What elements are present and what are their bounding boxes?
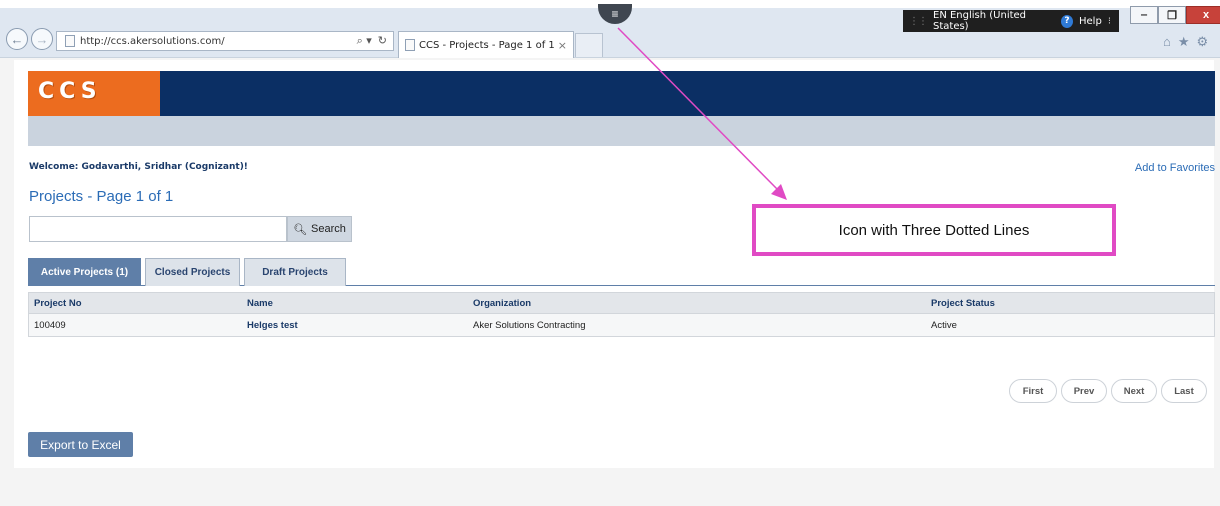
help-label[interactable]: Help bbox=[1079, 16, 1102, 27]
search-button-label: Search bbox=[311, 223, 346, 235]
page-icon bbox=[65, 35, 75, 47]
table-row[interactable]: 100409 Helges test Aker Solutions Contra… bbox=[29, 314, 1214, 336]
new-tab-button[interactable] bbox=[575, 33, 603, 57]
refresh-icon[interactable]: ↻ bbox=[378, 34, 387, 48]
address-text[interactable]: http://ccs.akersolutions.com/ bbox=[80, 36, 357, 47]
cell-project-name-link[interactable]: Helges test bbox=[247, 320, 298, 331]
gear-icon[interactable]: ⚙ bbox=[1197, 34, 1209, 50]
header-project-no[interactable]: Project No bbox=[34, 298, 82, 309]
restore-button[interactable]: ❐ bbox=[1158, 6, 1186, 24]
search-dropdown-icon[interactable]: ⌕ ▾ bbox=[357, 34, 372, 48]
browser-chrome: ← → http://ccs.akersolutions.com/ ⌕ ▾ ↻ … bbox=[0, 0, 1220, 58]
search-icon: 🔍︎ bbox=[293, 223, 308, 236]
menu-handle-button[interactable]: ≡ bbox=[598, 4, 632, 24]
projects-table: Project No Name Organization Project Sta… bbox=[28, 292, 1215, 337]
tab-active-projects[interactable]: Active Projects (1) bbox=[28, 258, 141, 286]
back-button[interactable]: ← bbox=[6, 28, 28, 50]
language-bar[interactable]: ⋮⋮ EN English (United States) ? Help ⁝ bbox=[903, 10, 1119, 32]
search-button[interactable]: 🔍︎ Search bbox=[287, 216, 352, 242]
page-content: CCS Welcome: Godavarthi, Sridhar (Cogniz… bbox=[14, 60, 1215, 468]
header-project-status[interactable]: Project Status bbox=[931, 298, 995, 309]
back-arrow-icon: ← bbox=[10, 31, 24, 47]
last-page-button[interactable]: Last bbox=[1161, 379, 1207, 403]
tab-draft-projects[interactable]: Draft Projects bbox=[244, 258, 346, 286]
forward-button[interactable]: → bbox=[31, 28, 53, 50]
home-icon[interactable]: ⌂ bbox=[1163, 34, 1171, 50]
pagination: First Prev Next Last bbox=[1009, 379, 1207, 403]
add-to-favorites-link[interactable]: Add to Favorites bbox=[1135, 162, 1215, 174]
browser-tools: ⌂ ★ ⚙ bbox=[1163, 34, 1208, 50]
address-bar[interactable]: http://ccs.akersolutions.com/ ⌕ ▾ ↻ bbox=[56, 31, 394, 51]
browser-tab[interactable]: CCS - Projects - Page 1 of 1 × bbox=[398, 31, 574, 58]
tab-title: CCS - Projects - Page 1 of 1 bbox=[419, 39, 555, 51]
language-label[interactable]: EN English (United States) bbox=[933, 10, 1055, 32]
first-page-button[interactable]: First bbox=[1009, 379, 1057, 403]
header-subbar bbox=[28, 116, 1215, 146]
header-banner: CCS bbox=[28, 71, 1215, 116]
forward-arrow-icon: → bbox=[35, 31, 49, 47]
project-tabs: Active Projects (1) Closed Projects Draf… bbox=[28, 258, 1215, 286]
tab-page-icon bbox=[405, 39, 415, 51]
close-button[interactable]: x bbox=[1186, 6, 1220, 24]
help-icon[interactable]: ? bbox=[1060, 14, 1073, 28]
annotation-callout: Icon with Three Dotted Lines bbox=[752, 204, 1116, 256]
page-title: Projects - Page 1 of 1 bbox=[29, 188, 174, 205]
cell-project-no: 100409 bbox=[34, 319, 66, 331]
minimize-button[interactable]: ‒ bbox=[1130, 6, 1158, 24]
favorites-star-icon[interactable]: ★ bbox=[1178, 34, 1190, 50]
language-options-icon[interactable]: ⁝ bbox=[1108, 16, 1119, 27]
tab-close-icon[interactable]: × bbox=[558, 39, 573, 52]
three-lines-icon: ≡ bbox=[611, 7, 619, 21]
ccs-logo[interactable]: CCS bbox=[28, 71, 160, 116]
header-organization[interactable]: Organization bbox=[473, 298, 531, 309]
table-header-row: Project No Name Organization Project Sta… bbox=[29, 293, 1214, 314]
welcome-text: Welcome: Godavarthi, Sridhar (Cognizant)… bbox=[29, 162, 248, 172]
window-controls: ‒ ❐ x bbox=[1130, 6, 1220, 24]
cell-organization: Aker Solutions Contracting bbox=[473, 319, 586, 331]
export-to-excel-button[interactable]: Export to Excel bbox=[28, 432, 133, 457]
grip-icon: ⋮⋮ bbox=[909, 15, 928, 27]
header-name[interactable]: Name bbox=[247, 298, 273, 309]
cell-project-status: Active bbox=[931, 319, 957, 331]
tab-closed-projects[interactable]: Closed Projects bbox=[145, 258, 240, 286]
search-input[interactable] bbox=[29, 216, 287, 242]
prev-page-button[interactable]: Prev bbox=[1061, 379, 1107, 403]
next-page-button[interactable]: Next bbox=[1111, 379, 1157, 403]
